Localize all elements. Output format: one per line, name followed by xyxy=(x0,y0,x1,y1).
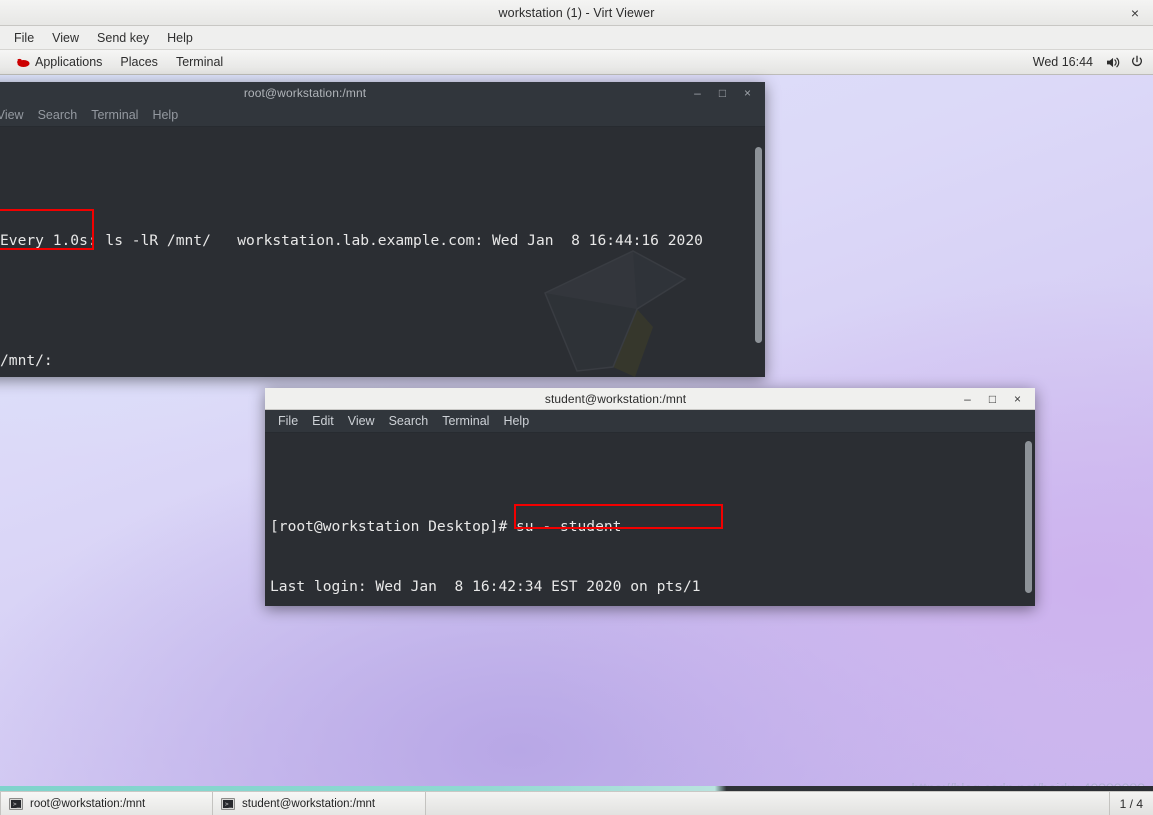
terminal-root-menu-help[interactable]: Help xyxy=(145,106,185,124)
window-title: workstation (1) - Virt Viewer xyxy=(498,5,655,20)
terminal-student-menu-search[interactable]: Search xyxy=(382,412,436,430)
terminal-student-title: student@workstation:/mnt xyxy=(544,391,687,406)
redhat-icon xyxy=(15,57,30,68)
terminal-root-titlebar[interactable]: root@workstation:/mnt – □ × xyxy=(0,82,765,104)
power-icon[interactable] xyxy=(1130,55,1144,69)
terminal-root-menu-terminal[interactable]: Terminal xyxy=(84,106,145,124)
taskbar-item-root-terminal[interactable]: >_ root@workstation:/mnt xyxy=(0,792,213,815)
terminal-root-menu-search[interactable]: Search xyxy=(31,106,85,124)
clock[interactable]: Wed 16:44 xyxy=(1029,53,1097,71)
taskbar: >_ root@workstation:/mnt >_ student@work… xyxy=(0,791,1153,815)
terminal-root-scrollbar[interactable] xyxy=(754,131,763,373)
scrollbar-thumb[interactable] xyxy=(1025,441,1032,593)
menu-item-help[interactable]: Help xyxy=(159,29,201,47)
applications-label: Applications xyxy=(35,55,103,69)
taskbar-item-label: root@workstation:/mnt xyxy=(30,797,146,810)
terminal-line: Every 1.0s: ls -lR /mnt/ workstation.lab… xyxy=(0,232,703,249)
terminal-student-menu-terminal[interactable]: Terminal xyxy=(435,412,496,430)
maximize-icon[interactable]: □ xyxy=(717,87,728,99)
terminal-line: Last login: Wed Jan 8 16:42:34 EST 2020 … xyxy=(270,578,701,595)
terminal-student-menu-file[interactable]: File xyxy=(271,412,305,430)
close-icon[interactable]: × xyxy=(1127,5,1143,21)
places-menu[interactable]: Places xyxy=(111,52,167,72)
terminal-menu[interactable]: Terminal xyxy=(167,52,232,72)
terminal-student-scrollbar[interactable] xyxy=(1024,437,1033,602)
virt-viewer-titlebar: workstation (1) - Virt Viewer × xyxy=(0,0,1153,26)
taskbar-item-label: student@workstation:/mnt xyxy=(242,797,376,810)
terminal-icon: >_ xyxy=(221,797,235,810)
taskbar-item-student-terminal[interactable]: >_ student@workstation:/mnt xyxy=(213,792,426,815)
terminal-student-menubar: File Edit View Search Terminal Help xyxy=(265,410,1035,433)
applications-menu[interactable]: Applications xyxy=(6,52,111,72)
terminal-window-student[interactable]: student@workstation:/mnt – □ × File Edit… xyxy=(265,388,1035,606)
workspace-indicator[interactable]: 1 / 4 xyxy=(1108,792,1153,815)
terminal-root-menubar: File Edit View Search Terminal Help xyxy=(0,104,765,127)
virt-viewer-menubar: File View Send key Help xyxy=(0,26,1153,50)
minimize-icon[interactable]: – xyxy=(692,87,703,99)
terminal-root-menu-view[interactable]: View xyxy=(0,106,31,124)
volume-icon[interactable] xyxy=(1106,56,1121,69)
maximize-icon[interactable]: □ xyxy=(987,393,998,405)
gnome-top-panel: Applications Places Terminal Wed 16:44 xyxy=(0,50,1153,75)
terminal-window-root[interactable]: root@workstation:/mnt – □ × File Edit Vi… xyxy=(0,82,765,377)
terminal-student-menu-edit[interactable]: Edit xyxy=(305,412,341,430)
terminal-student-output[interactable]: [root@workstation Desktop]# su - student… xyxy=(265,433,1035,606)
close-icon[interactable]: × xyxy=(1012,393,1023,405)
terminal-line: /mnt/: xyxy=(0,352,53,369)
minimize-icon[interactable]: – xyxy=(962,393,973,405)
terminal-student-menu-help[interactable]: Help xyxy=(496,412,536,430)
menu-item-view[interactable]: View xyxy=(44,29,87,47)
terminal-root-title: root@workstation:/mnt xyxy=(243,86,367,100)
scrollbar-thumb[interactable] xyxy=(755,147,762,343)
menu-item-send-key[interactable]: Send key xyxy=(89,29,157,47)
terminal-line: [root@workstation Desktop]# su - student xyxy=(270,518,622,535)
terminal-student-menu-view[interactable]: View xyxy=(341,412,382,430)
close-icon[interactable]: × xyxy=(742,87,753,99)
terminal-icon: >_ xyxy=(9,797,23,810)
menu-item-file[interactable]: File xyxy=(6,29,42,47)
terminal-root-output[interactable]: Every 1.0s: ls -lR /mnt/ workstation.lab… xyxy=(0,127,765,377)
terminal-student-titlebar[interactable]: student@workstation:/mnt – □ × xyxy=(265,388,1035,410)
